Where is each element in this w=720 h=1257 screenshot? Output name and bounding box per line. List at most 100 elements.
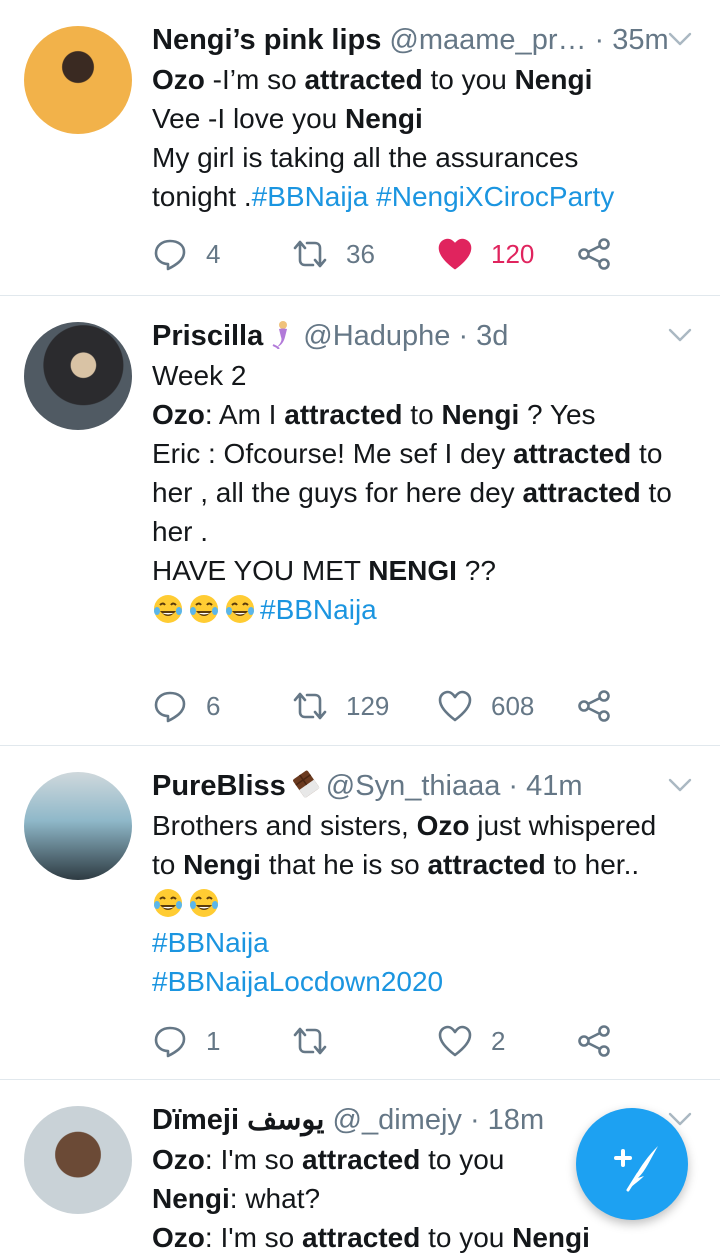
text-segment	[368, 181, 376, 212]
handle[interactable]: @Haduphe	[303, 320, 450, 352]
reply-button[interactable]: 1	[152, 1021, 220, 1061]
handle[interactable]: @maame_pr…	[389, 24, 586, 56]
reply-count: 1	[206, 1025, 221, 1056]
highlighted-term: attracted	[284, 399, 403, 430]
text-segment: Eric : Ofcourse! Me sef I dey	[152, 438, 514, 469]
text-segment: Vee -I love you	[152, 103, 346, 134]
share-icon	[578, 238, 610, 270]
retweet-button[interactable]: 129	[292, 686, 389, 726]
retweet-icon	[293, 1027, 327, 1055]
avatar[interactable]	[24, 26, 132, 134]
text-segment: tonight .	[152, 181, 252, 212]
retweet-icon	[293, 240, 327, 268]
hashtag-link[interactable]: #BBNaijaLocdown2020	[152, 966, 443, 997]
highlighted-term: attracted	[427, 849, 546, 880]
tweet-divider	[0, 295, 720, 296]
chevron-down-icon[interactable]	[668, 776, 692, 794]
text-segment: to	[402, 399, 442, 430]
tweet-text-line	[152, 884, 702, 923]
highlighted-term: Ozo	[152, 64, 205, 95]
retweet-count: 129	[346, 690, 390, 721]
handle[interactable]: @_dimejy	[333, 1104, 462, 1136]
tears-of-joy-emoji-icon	[190, 595, 218, 623]
hashtag-link[interactable]: #NengiXCirocParty	[376, 181, 614, 212]
avatar[interactable]	[24, 1106, 132, 1214]
heart-icon	[438, 1025, 472, 1057]
text-segment: : Am I	[204, 399, 285, 430]
retweet-button[interactable]: 36	[292, 234, 375, 274]
highlighted-term: attracted	[304, 64, 423, 95]
retweet-icon	[293, 692, 327, 720]
retweet-count: 36	[346, 238, 375, 269]
tweet-text-line: Week 2	[152, 356, 702, 395]
text-segment: Brothers and sisters,	[152, 810, 417, 841]
tweet-text-line: to Nengi that he is so attracted to her.…	[152, 845, 702, 884]
hashtag-link[interactable]: #BBNaija	[152, 927, 269, 958]
tweet[interactable]: Priscilla @Haduphe · 3d Week 2 Ozo: Am I a…	[0, 296, 720, 745]
display-name[interactable]: PureBliss	[152, 770, 286, 802]
text-segment: to	[631, 438, 663, 469]
compose-tweet-button[interactable]	[576, 1108, 688, 1220]
reply-count: 6	[206, 690, 221, 721]
chevron-down-icon[interactable]	[668, 30, 692, 48]
tweet[interactable]: PureBliss @Syn_thiaaa · 41m Brothers and …	[0, 746, 720, 1079]
text-segment: to her..	[545, 849, 640, 880]
tweet-header: Nengi’s pink lips @maame_pr… · 35m	[152, 22, 669, 58]
share-button[interactable]	[576, 234, 612, 274]
retweet-button[interactable]	[292, 1021, 346, 1061]
text-segment: Week 2	[152, 360, 247, 391]
text-segment: : what?	[229, 1183, 321, 1214]
text-segment: ? Yes	[519, 399, 596, 430]
text-segment: : I'm so	[204, 1144, 303, 1175]
tweet-text-line: #BBNaija	[152, 923, 702, 962]
text-segment: ??	[456, 555, 496, 586]
display-name[interactable]: Nengi’s pink lips	[152, 24, 381, 56]
tweet-actions: 1 2	[152, 1021, 632, 1061]
tweet[interactable]: Nengi’s pink lips @maame_pr… · 35m Ozo -I…	[0, 0, 720, 295]
timestamp: · 18m	[469, 1104, 545, 1136]
share-icon	[578, 1025, 610, 1057]
avatar[interactable]	[24, 322, 132, 430]
tweet-text-line: Eric : Ofcourse! Me sef I dey attracted …	[152, 434, 702, 473]
like-count: 608	[491, 690, 535, 721]
highlighted-term: attracted	[513, 438, 632, 469]
highlighted-term: attracted	[522, 477, 641, 508]
share-button[interactable]	[576, 1021, 612, 1061]
tears-of-joy-emoji-icon	[226, 595, 254, 623]
like-button[interactable]: 120	[437, 234, 534, 274]
highlighted-term: NENGI	[368, 555, 457, 586]
display-name[interactable]: Priscilla	[152, 320, 263, 352]
share-button[interactable]	[576, 686, 612, 726]
tweet-text-line: Vee -I love you Nengi	[152, 99, 702, 138]
heart-icon	[438, 690, 472, 722]
reply-icon	[154, 1026, 186, 1058]
highlighted-term: Nengi	[512, 1222, 590, 1253]
chocolate-bar-emoji-icon	[292, 770, 320, 799]
tweet-text-line: her .	[152, 512, 702, 551]
tweet-text: Ozo -I’m so attracted to you Nengi Vee -I…	[152, 60, 702, 216]
text-segment: her , all the guys for here dey	[152, 477, 523, 508]
timestamp: · 3d	[458, 320, 509, 352]
hashtag-link[interactable]: #BBNaija	[260, 594, 377, 625]
avatar[interactable]	[24, 772, 132, 880]
text-segment: to	[152, 849, 184, 880]
text-segment: -I’m so	[204, 64, 305, 95]
chevron-down-icon[interactable]	[668, 326, 692, 344]
hashtag-link[interactable]: #BBNaija	[252, 181, 369, 212]
highlighted-term: Ozo	[152, 399, 205, 430]
reply-icon	[154, 691, 186, 723]
tweet-text-line: Ozo: I'm so attracted to you Nengi	[152, 1218, 702, 1257]
like-button[interactable]: 608	[437, 686, 534, 726]
text-segment: My girl is taking all the assurances	[152, 142, 579, 173]
handle[interactable]: @Syn_thiaaa	[326, 770, 501, 802]
tweet-header: PureBliss @Syn_thiaaa · 41m	[152, 768, 583, 804]
reply-button[interactable]: 6	[152, 686, 220, 726]
like-button[interactable]: 2	[437, 1021, 505, 1061]
mermaid-emoji-icon	[272, 321, 288, 350]
text-segment: to you	[420, 1144, 505, 1175]
display-name[interactable]: Dïmeji يوسف	[152, 1104, 324, 1136]
tweet-text-line: #BBNaijaLocdown2020	[152, 962, 702, 1001]
tweet-text: Brothers and sisters, Ozo just whispered…	[152, 806, 702, 1001]
reply-button[interactable]: 4	[152, 234, 220, 274]
text-segment: to	[640, 477, 672, 508]
